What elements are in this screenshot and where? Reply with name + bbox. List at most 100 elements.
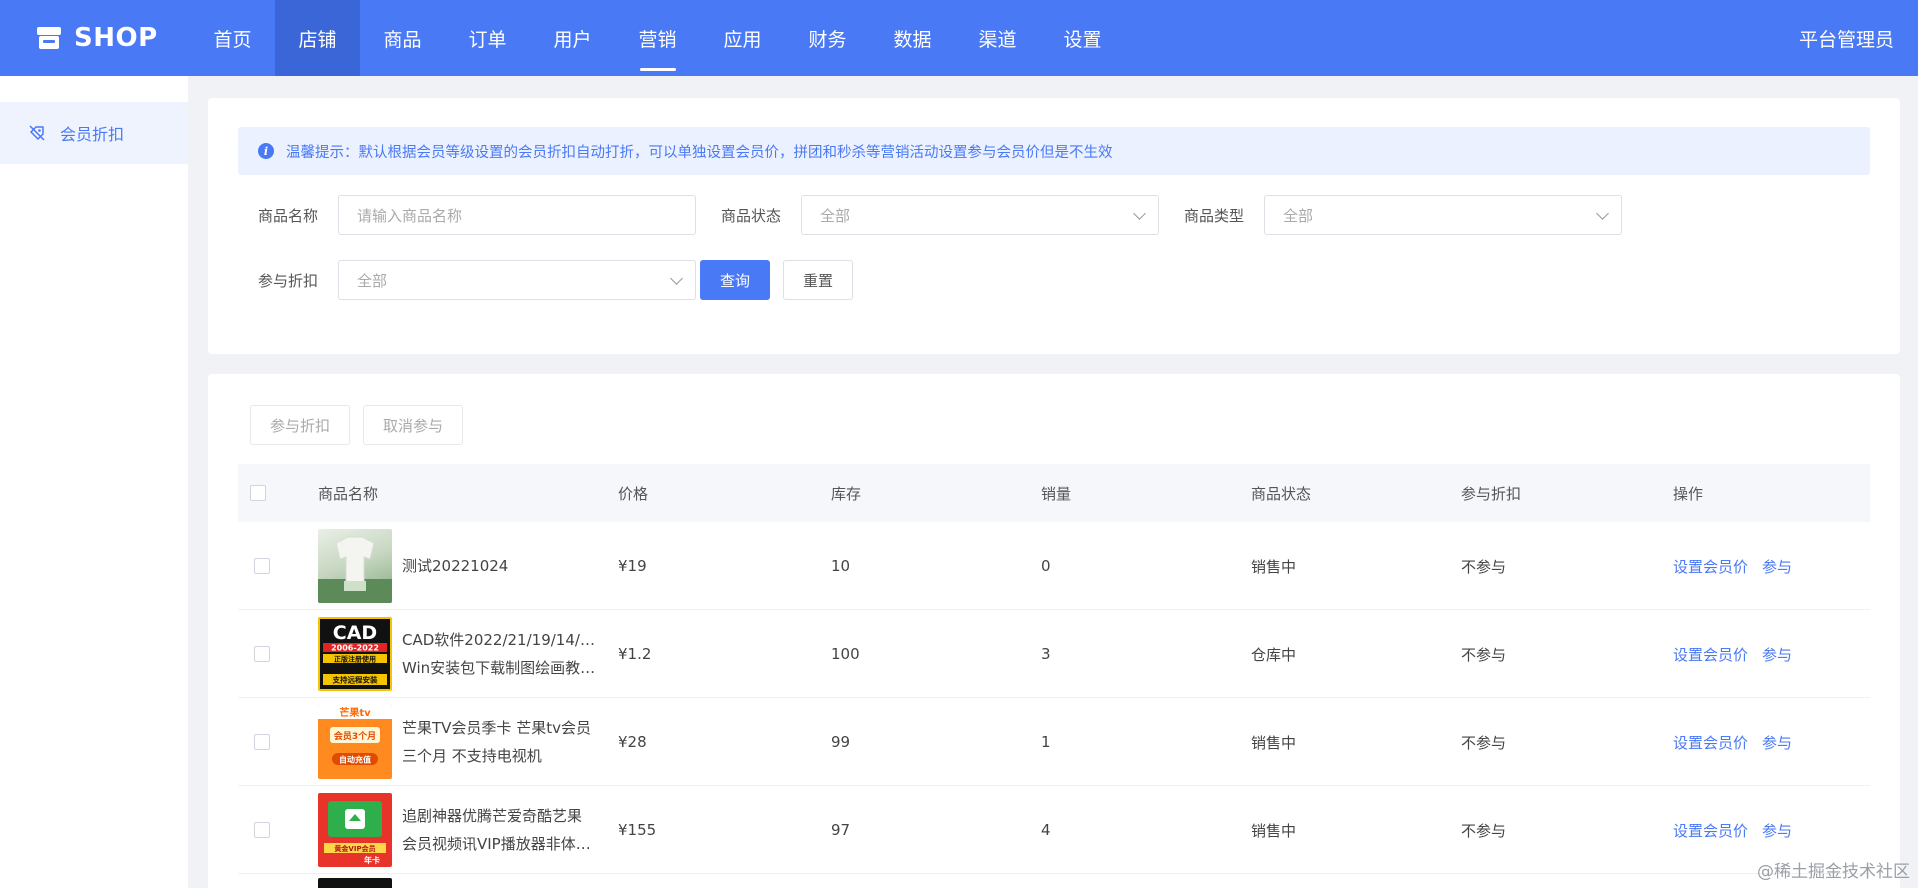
row-checkbox[interactable] xyxy=(254,522,270,610)
checkbox-box xyxy=(254,646,270,662)
product-name-line1: CAD软件2022/21/19/14/07 xyxy=(402,631,597,649)
chevron-down-icon xyxy=(1596,207,1609,220)
product-thumbnail: CAD 2006-2022 正版注册使用 支持远程安装 xyxy=(318,617,392,691)
set-member-price-link[interactable]: 设置会员价 xyxy=(1673,644,1748,665)
cancel-join-button[interactable]: 取消参与 xyxy=(363,405,463,445)
product-name-line2: 三个月 不支持电视机 xyxy=(402,747,542,765)
product-name-line1: 追剧神器优腾芒爱奇酷艺果 xyxy=(402,807,583,825)
product-name-input[interactable]: 请输入商品名称 xyxy=(338,195,696,235)
select-all-checkbox[interactable] xyxy=(250,464,266,522)
search-button[interactable]: 查询 xyxy=(700,260,770,300)
price-cell: ¥155 xyxy=(618,821,657,839)
join-link[interactable]: 参与 xyxy=(1762,732,1792,753)
discount-cell: 不参与 xyxy=(1461,821,1507,840)
discount-cell: 不参与 xyxy=(1461,645,1507,664)
nav-item-store[interactable]: 店铺 xyxy=(275,0,360,76)
price-cell: ¥19 xyxy=(618,557,647,575)
product-thumbnail xyxy=(318,878,392,888)
chevron-down-icon xyxy=(1133,207,1146,220)
product-name-line2: Win安装包下载制图绘画教… xyxy=(402,659,596,677)
join-link[interactable]: 参与 xyxy=(1762,556,1792,577)
svg-text:黄金VIP会员: 黄金VIP会员 xyxy=(334,844,375,853)
product-name-cell: CAD软件2022/21/19/14/07 Win安装包下载制图绘画教… xyxy=(402,610,597,698)
discount-select[interactable]: 全部 xyxy=(338,260,696,300)
sales-cell: 1 xyxy=(1041,733,1051,751)
svg-text:芒果tv: 芒果tv xyxy=(339,706,371,719)
product-image-cad: CAD 2006-2022 正版注册使用 支持远程安装 xyxy=(323,622,387,685)
stock-cell: 99 xyxy=(831,733,851,751)
row-checkbox[interactable] xyxy=(254,698,270,786)
nav-item-orders[interactable]: 订单 xyxy=(445,0,530,76)
nav-item-data[interactable]: 数据 xyxy=(870,0,955,76)
shop-icon xyxy=(37,27,61,49)
nav-item-finance[interactable]: 财务 xyxy=(785,0,870,76)
price-cell: ¥1.2 xyxy=(618,645,652,663)
header-actions: 操作 xyxy=(1673,484,1704,503)
product-name-placeholder: 请输入商品名称 xyxy=(357,206,463,225)
status-cell: 仓库中 xyxy=(1251,645,1297,664)
user-menu[interactable]: 平台管理员 xyxy=(1799,0,1894,76)
price-cell: ¥28 xyxy=(618,733,647,751)
nav-item-products[interactable]: 商品 xyxy=(360,0,445,76)
product-name-line1: 测试20221024 xyxy=(402,557,509,575)
actions-cell: 设置会员价 参与 xyxy=(1673,522,1806,610)
stock-cell: 97 xyxy=(831,821,851,839)
row-checkbox[interactable] xyxy=(254,786,270,874)
svg-text:CAD: CAD xyxy=(333,622,377,644)
product-name-cell: 追剧神器优腾芒爱奇酷艺果 会员视频讯VIP播放器非体… xyxy=(402,786,597,874)
svg-text:年卡: 年卡 xyxy=(364,855,380,865)
set-member-price-link[interactable]: 设置会员价 xyxy=(1673,820,1748,841)
product-name-cell: 芒果TV会员季卡 芒果tv会员 三个月 不支持电视机 xyxy=(402,698,597,786)
header-status: 商品状态 xyxy=(1251,484,1312,503)
nav-item-apps[interactable]: 应用 xyxy=(700,0,785,76)
table-row: 测试20221024 ¥19 10 0 销售中 不参与 设置会员价 参与 xyxy=(238,522,1870,610)
product-type-select[interactable]: 全部 xyxy=(1264,195,1622,235)
product-type-value: 全部 xyxy=(1283,206,1314,225)
product-image-mango-tv: 芒果tv 会员3个月 自动充值 xyxy=(318,705,392,765)
reset-button[interactable]: 重置 xyxy=(783,260,853,300)
sidebar-item-member-discount[interactable]: 会员折扣 xyxy=(0,102,188,164)
nav-item-home[interactable]: 首页 xyxy=(190,0,275,76)
set-member-price-link[interactable]: 设置会员价 xyxy=(1673,732,1748,753)
set-member-price-link[interactable]: 设置会员价 xyxy=(1673,556,1748,577)
status-cell: 销售中 xyxy=(1251,557,1297,576)
actions-cell: 设置会员价 参与 xyxy=(1673,698,1806,786)
tip-banner: i 温馨提示：默认根据会员等级设置的会员折扣自动打折，可以单独设置会员价，拼团和… xyxy=(238,127,1870,175)
product-status-label: 商品状态 xyxy=(721,206,782,225)
sidebar: 会员折扣 xyxy=(0,76,188,888)
join-discount-button[interactable]: 参与折扣 xyxy=(250,405,350,445)
checkbox-box xyxy=(250,485,266,501)
table-row: CAD 2006-2022 正版注册使用 支持远程安装 CAD软件2022/21… xyxy=(238,610,1870,698)
product-image-vip-card: 黄金VIP会员 年卡 xyxy=(324,801,386,865)
row-checkbox[interactable] xyxy=(254,610,270,698)
join-link[interactable]: 参与 xyxy=(1762,644,1792,665)
nav-item-settings[interactable]: 设置 xyxy=(1040,0,1125,76)
join-link[interactable]: 参与 xyxy=(1762,820,1792,841)
nav-item-channels[interactable]: 渠道 xyxy=(955,0,1040,76)
header-product-name: 商品名称 xyxy=(318,484,379,503)
nav-item-users[interactable]: 用户 xyxy=(530,0,615,76)
top-navbar: SHOP 首页 店铺 商品 订单 用户 营销 应用 财务 数据 渠道 设置 平台… xyxy=(0,0,1918,76)
header-price: 价格 xyxy=(618,484,649,503)
chevron-down-icon xyxy=(670,272,683,285)
product-thumbnail: 芒果tv 会员3个月 自动充值 xyxy=(318,705,392,779)
tip-text: 温馨提示：默认根据会员等级设置的会员折扣自动打折，可以单独设置会员价，拼团和秒杀… xyxy=(286,144,1113,161)
discount-value: 全部 xyxy=(357,271,388,290)
product-name-cell: 测试20221024 xyxy=(402,522,597,610)
product-type-label: 商品类型 xyxy=(1184,206,1245,225)
svg-text:会员3个月: 会员3个月 xyxy=(334,730,376,742)
header-sales: 销量 xyxy=(1041,484,1072,503)
table-header: 商品名称 价格 库存 销量 商品状态 参与折扣 操作 xyxy=(238,464,1870,522)
checkbox-box xyxy=(254,558,270,574)
product-name-line2: 会员视频讯VIP播放器非体… xyxy=(402,835,591,853)
product-status-select[interactable]: 全部 xyxy=(801,195,1159,235)
brand-logo[interactable]: SHOP xyxy=(0,0,190,76)
product-thumbnail: 黄金VIP会员 年卡 xyxy=(318,793,392,867)
table-row-partial xyxy=(238,874,1870,888)
nav-item-marketing[interactable]: 营销 xyxy=(615,0,700,76)
header-stock: 库存 xyxy=(831,484,862,503)
header-discount: 参与折扣 xyxy=(1461,484,1522,503)
discount-cell: 不参与 xyxy=(1461,557,1507,576)
svg-text:自动充值: 自动充值 xyxy=(339,755,371,765)
watermark: @稀土掘金技术社区 xyxy=(1757,862,1910,882)
